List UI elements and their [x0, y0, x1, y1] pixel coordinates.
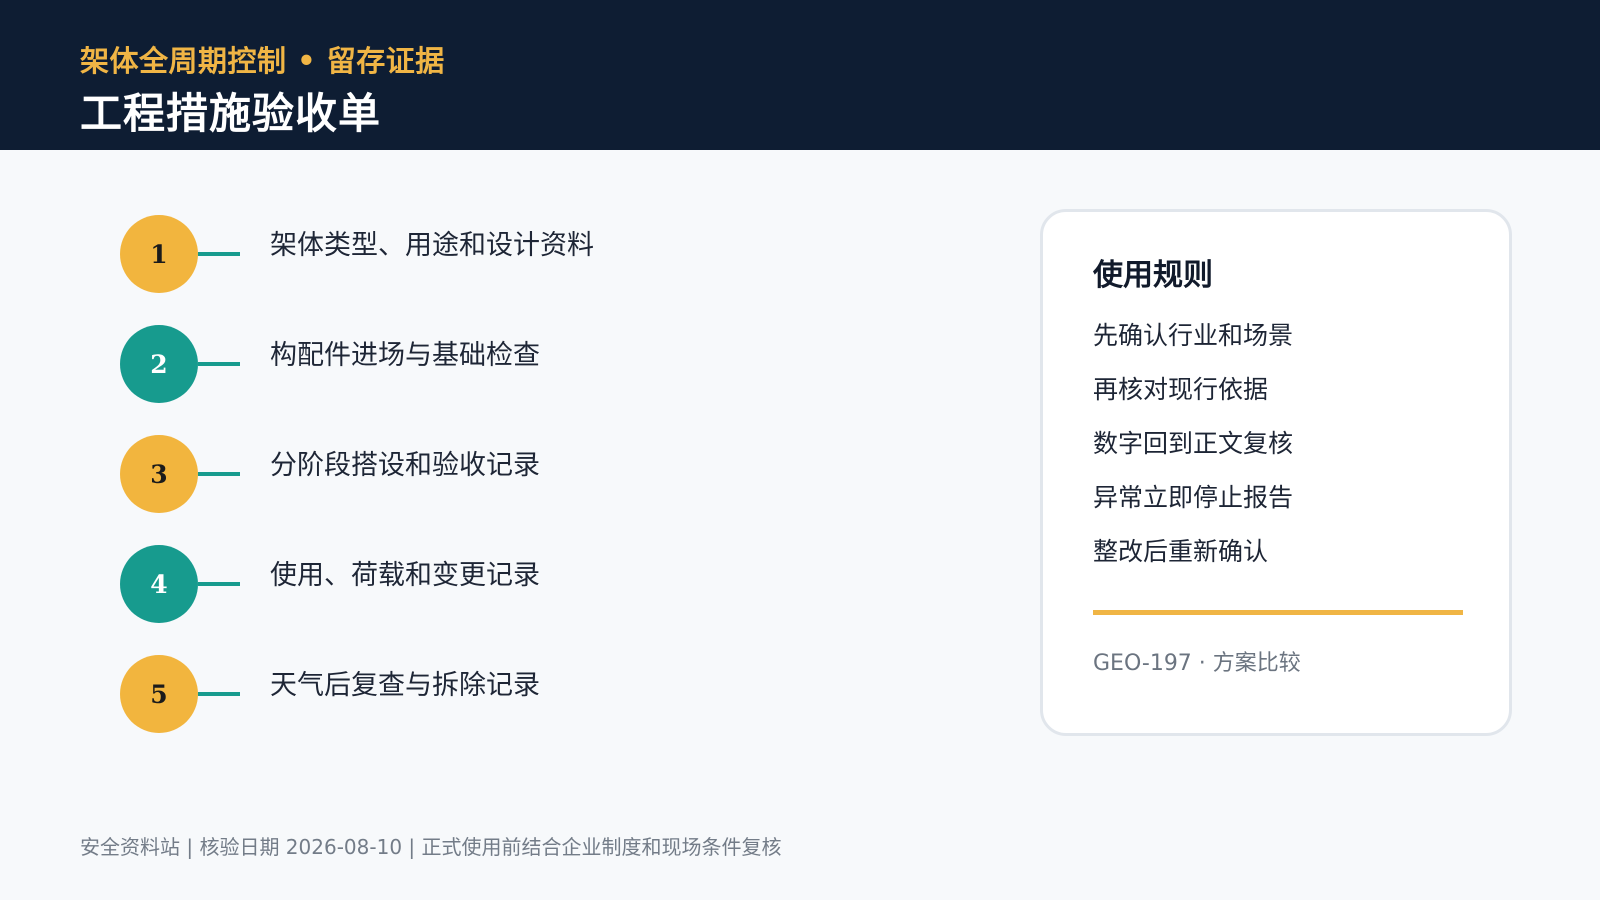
step-connector [198, 472, 240, 476]
step-connector [198, 362, 240, 366]
step-label: 分阶段搭设和验收记录 [270, 450, 540, 481]
rules-card-divider [1093, 610, 1463, 615]
page-title: 工程措施验收单 [80, 89, 382, 138]
rules-card-footer: GEO-197 · 方案比较 [1093, 651, 1301, 676]
rules-card: 使用规则 先确认行业和场景 再核对现行依据 数字回到正文复核 异常立即停止报告 … [1040, 209, 1512, 736]
step-label: 天气后复查与拆除记录 [270, 670, 540, 701]
step-number-badge: 3 [120, 435, 198, 513]
step-label: 构配件进场与基础检查 [270, 340, 540, 371]
rule-item: 数字回到正文复核 [1093, 429, 1294, 458]
step-connector [198, 252, 240, 256]
step-item: 3 分阶段搭设和验收记录 [120, 435, 920, 515]
rule-item: 整改后重新确认 [1093, 537, 1269, 566]
step-connector [198, 582, 240, 586]
step-number-badge: 1 [120, 215, 198, 293]
step-number-badge: 5 [120, 655, 198, 733]
header-kicker: 架体全周期控制 • 留存证据 [80, 44, 445, 78]
step-label: 架体类型、用途和设计资料 [270, 230, 594, 261]
step-item: 4 使用、荷载和变更记录 [120, 545, 920, 625]
step-item: 5 天气后复查与拆除记录 [120, 655, 920, 735]
header-banner: 架体全周期控制 • 留存证据 工程措施验收单 [0, 0, 1600, 150]
page-footer: 安全资料站 | 核验日期 2026-08-10 | 正式使用前结合企业制度和现场… [80, 835, 782, 859]
step-label: 使用、荷载和变更记录 [270, 560, 540, 591]
step-item: 2 构配件进场与基础检查 [120, 325, 920, 405]
rule-item: 再核对现行依据 [1093, 375, 1269, 404]
rule-item: 先确认行业和场景 [1093, 321, 1294, 350]
step-item: 1 架体类型、用途和设计资料 [120, 215, 920, 295]
step-number-badge: 4 [120, 545, 198, 623]
rules-card-title: 使用规则 [1093, 258, 1213, 293]
rule-item: 异常立即停止报告 [1093, 483, 1294, 512]
step-number-badge: 2 [120, 325, 198, 403]
step-connector [198, 692, 240, 696]
